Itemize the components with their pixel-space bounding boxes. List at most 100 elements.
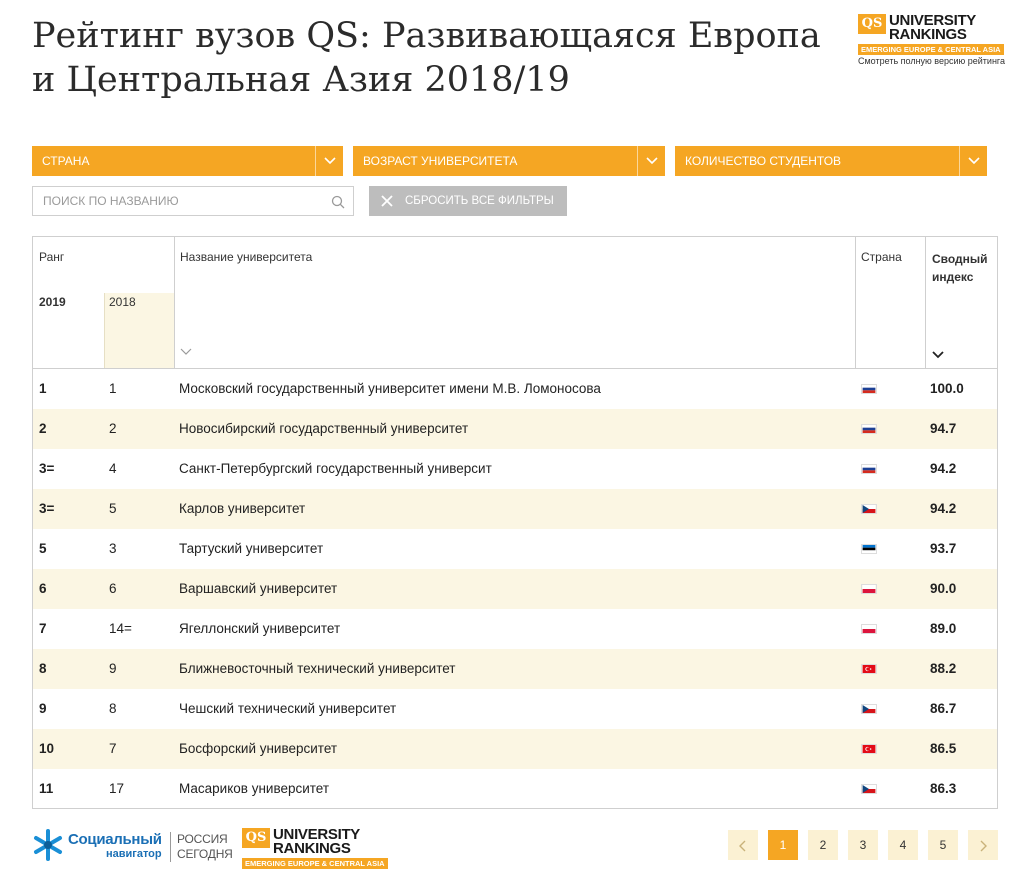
rank-2019-cell: 10 bbox=[39, 741, 55, 756]
russia-today-line-1: РОССИЯ bbox=[177, 832, 228, 846]
table-row[interactable]: 9 8 Чешский технический университет 86.7 bbox=[33, 689, 997, 729]
social-navigator-title: Социальный bbox=[68, 831, 162, 848]
pl-flag-icon bbox=[861, 624, 877, 634]
qs-mark: QS bbox=[242, 828, 270, 848]
rank-header: Ранг bbox=[39, 250, 65, 264]
title-line-1: Рейтинг вузов QS: Развивающаяся Европа bbox=[32, 16, 821, 56]
students-filter-label: КОЛИЧЕСТВО СТУДЕНТОВ bbox=[685, 154, 842, 168]
rank-2019-header[interactable]: 2019 bbox=[39, 295, 66, 309]
qs-rankings-logo[interactable]: QS UNIVERSITY RANKINGS EMERGING EUROPE &… bbox=[858, 13, 1004, 55]
rank-2018-cell: 6 bbox=[109, 581, 117, 596]
social-navigator-logo[interactable]: Социальный навигатор bbox=[32, 828, 162, 866]
ru-flag-icon bbox=[861, 424, 877, 434]
close-icon bbox=[369, 195, 405, 207]
reset-filters-button[interactable]: СБРОСИТЬ ВСЕ ФИЛЬТРЫ bbox=[369, 186, 567, 216]
table-row[interactable]: 6 6 Варшавский университет 90.0 bbox=[33, 569, 997, 609]
score-header[interactable]: Сводный индекс bbox=[932, 250, 988, 286]
country-filter-dropdown[interactable]: СТРАНА bbox=[32, 146, 343, 176]
age-filter-label: ВОЗРАСТ УНИВЕРСИТЕТА bbox=[363, 154, 518, 168]
score-cell: 94.2 bbox=[930, 501, 957, 516]
reset-filters-label: СБРОСИТЬ ВСЕ ФИЛЬТРЫ bbox=[405, 195, 554, 207]
page-4-button[interactable]: 4 bbox=[888, 830, 918, 860]
score-cell: 89.0 bbox=[930, 621, 957, 636]
next-page-button[interactable] bbox=[968, 830, 998, 860]
full-version-link[interactable]: Смотреть полную версию рейтинга bbox=[858, 56, 1005, 66]
table-row[interactable]: 11 17 Масариков университет 86.3 bbox=[33, 769, 997, 808]
rank-2019-cell: 5 bbox=[39, 541, 47, 556]
table-row[interactable]: 3= 4 Санкт-Петербургский государственный у… bbox=[33, 449, 997, 489]
qs-word-rankings: RANKINGS bbox=[273, 840, 351, 857]
page-1-button[interactable]: 1 bbox=[768, 830, 798, 860]
title-line-2: и Центральная Азия 2018/19 bbox=[32, 60, 570, 100]
chevron-right-icon bbox=[979, 838, 987, 852]
rank-2018-header[interactable]: 2018 bbox=[109, 295, 136, 309]
score-cell: 86.5 bbox=[930, 741, 957, 756]
russia-today-logo[interactable]: РОССИЯ СЕГОДНЯ bbox=[170, 832, 233, 862]
rank-2018-cell: 2 bbox=[109, 421, 117, 436]
rank-2018-cell: 9 bbox=[109, 661, 117, 676]
qs-subtitle: EMERGING EUROPE & CENTRAL ASIA bbox=[858, 44, 1004, 55]
qs-subtitle: EMERGING EUROPE & CENTRAL ASIA bbox=[242, 858, 388, 869]
university-name-cell[interactable]: Московский государственный университет и… bbox=[179, 369, 601, 409]
university-name-cell[interactable]: Масариков университет bbox=[179, 769, 329, 808]
rank-2019-cell: 9 bbox=[39, 701, 47, 716]
tr-flag-icon bbox=[861, 664, 877, 674]
rank-2018-cell: 7 bbox=[109, 741, 117, 756]
cz-flag-icon bbox=[861, 784, 877, 794]
university-name-cell[interactable]: Чешский технический университет bbox=[179, 689, 396, 729]
rank-2019-cell: 3= bbox=[39, 501, 55, 516]
university-name-cell[interactable]: Карлов университет bbox=[179, 489, 305, 529]
page-5-button[interactable]: 5 bbox=[928, 830, 958, 860]
table-row[interactable]: 7 14= Ягеллонский университет 89.0 bbox=[33, 609, 997, 649]
table-row[interactable]: 3= 5 Карлов университет 94.2 bbox=[33, 489, 997, 529]
search-input[interactable] bbox=[33, 187, 313, 215]
search-icon[interactable] bbox=[331, 194, 345, 213]
chevron-down-icon[interactable] bbox=[932, 348, 944, 362]
social-navigator-subtitle: навигатор bbox=[105, 848, 162, 860]
chevron-left-icon bbox=[739, 838, 747, 852]
qs-rankings-footer-logo[interactable]: QS UNIVERSITY RANKINGS EMERGING EUROPE &… bbox=[242, 827, 388, 869]
qs-mark: QS bbox=[858, 14, 886, 34]
table-row[interactable]: 5 3 Тартуский университет 93.7 bbox=[33, 529, 997, 569]
ru-flag-icon bbox=[861, 384, 877, 394]
score-cell: 88.2 bbox=[930, 661, 957, 676]
rankings-table: Ранг 2019 2018 Название университета Стр… bbox=[32, 236, 998, 809]
university-name-cell[interactable]: Новосибирский государственный университе… bbox=[179, 409, 468, 449]
table-row[interactable]: 10 7 Босфорский университет 86.5 bbox=[33, 729, 997, 769]
score-header-line-2: индекс bbox=[932, 270, 974, 284]
chevron-down-icon[interactable] bbox=[180, 345, 192, 359]
score-cell: 86.7 bbox=[930, 701, 957, 716]
rank-2018-cell: 5 bbox=[109, 501, 117, 516]
prev-page-button[interactable] bbox=[728, 830, 758, 860]
university-name-cell[interactable]: Варшавский университет bbox=[179, 569, 337, 609]
rank-2018-cell: 4 bbox=[109, 461, 117, 476]
chevron-down-icon[interactable] bbox=[315, 146, 343, 176]
rank-2019-cell: 11 bbox=[39, 781, 54, 796]
table-row[interactable]: 2 2 Новосибирский государственный универси… bbox=[33, 409, 997, 449]
university-name-cell[interactable]: Тартуский университет bbox=[179, 529, 323, 569]
rank-2019-cell: 3= bbox=[39, 461, 55, 476]
university-name-cell[interactable]: Ягеллонский университет bbox=[179, 609, 340, 649]
students-filter-dropdown[interactable]: КОЛИЧЕСТВО СТУДЕНТОВ bbox=[675, 146, 987, 176]
rank-2018-cell: 14= bbox=[109, 621, 132, 636]
country-header[interactable]: Страна bbox=[861, 250, 902, 264]
table-row[interactable]: 8 9 Ближневосточный технический университе… bbox=[33, 649, 997, 689]
rank-2019-cell: 1 bbox=[39, 381, 47, 396]
university-name-cell[interactable]: Ближневосточный технический университет bbox=[179, 649, 456, 689]
score-cell: 94.7 bbox=[930, 421, 957, 436]
tr-flag-icon bbox=[861, 744, 877, 754]
russia-today-line-2: СЕГОДНЯ bbox=[177, 847, 233, 861]
chevron-down-icon[interactable] bbox=[959, 146, 987, 176]
score-header-line-1: Сводный bbox=[932, 252, 988, 266]
qs-word-rankings: RANKINGS bbox=[889, 26, 967, 43]
page-3-button[interactable]: 3 bbox=[848, 830, 878, 860]
table-row[interactable]: 1 1 Московский государственный университет… bbox=[33, 369, 997, 409]
university-name-cell[interactable]: Босфорский университет bbox=[179, 729, 337, 769]
name-header[interactable]: Название университета bbox=[180, 250, 312, 264]
page-2-button[interactable]: 2 bbox=[808, 830, 838, 860]
age-filter-dropdown[interactable]: ВОЗРАСТ УНИВЕРСИТЕТА bbox=[353, 146, 665, 176]
chevron-down-icon[interactable] bbox=[637, 146, 665, 176]
country-filter-label: СТРАНА bbox=[42, 154, 90, 168]
university-name-cell[interactable]: Санкт-Петербургский государственный унив… bbox=[179, 449, 492, 489]
rank-2018-cell: 8 bbox=[109, 701, 117, 716]
